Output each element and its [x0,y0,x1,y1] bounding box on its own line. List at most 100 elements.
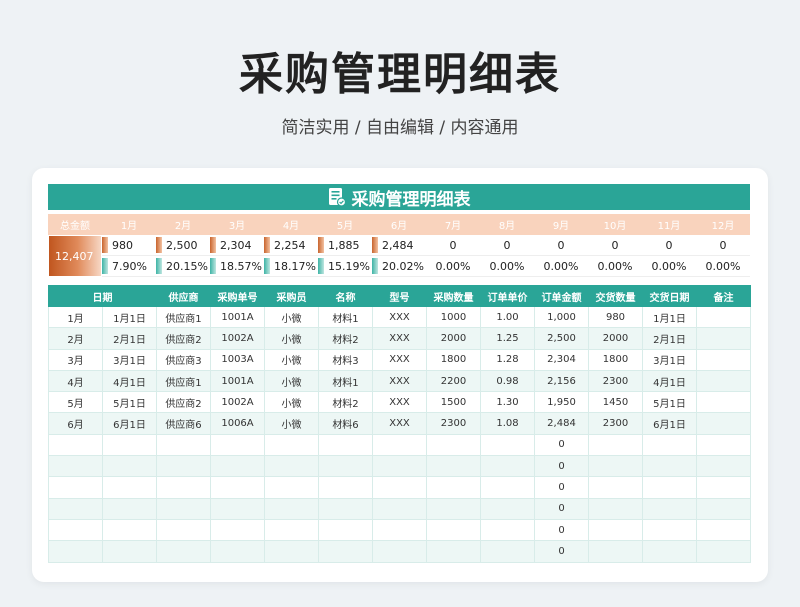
monthly-amount-cell[interactable]: 2,304 [210,235,264,256]
table-cell[interactable] [588,540,643,563]
table-cell[interactable]: 2200 [426,369,481,393]
table-cell[interactable] [480,497,535,520]
table-cell[interactable] [642,476,697,499]
column-header[interactable]: 订单单价 [480,285,535,307]
table-cell[interactable] [210,476,265,499]
table-cell[interactable]: 2300 [588,369,643,393]
monthly-amount-cell[interactable]: 0 [534,235,588,256]
table-cell[interactable] [696,476,751,499]
table-cell[interactable] [372,540,427,563]
table-cell[interactable] [264,497,319,520]
table-cell[interactable]: 材料3 [318,348,373,371]
table-cell[interactable] [48,433,103,457]
monthly-percent-cell[interactable]: 0.00% [534,256,588,277]
table-cell[interactable]: 1006A [210,412,265,435]
monthly-percent-cell[interactable]: 0.00% [696,256,750,277]
table-cell[interactable]: 2月1日 [102,327,157,350]
table-cell[interactable]: 供应商6 [156,412,211,435]
table-cell[interactable]: 1001A [210,305,265,329]
table-cell[interactable]: 1.08 [480,412,535,435]
table-cell[interactable]: 小微 [264,412,319,435]
table-cell[interactable]: 3月1日 [642,348,697,371]
table-cell[interactable]: 材料2 [318,391,373,414]
table-cell[interactable] [588,433,643,457]
table-cell[interactable]: 2,156 [534,369,589,393]
table-cell[interactable]: 4月 [48,369,103,393]
monthly-percent-cell[interactable]: 20.15% [156,256,210,277]
table-cell[interactable]: 材料2 [318,327,373,350]
column-header[interactable]: 采购单号 [210,285,265,307]
table-cell[interactable]: 1.30 [480,391,535,414]
monthly-amount-cell[interactable]: 2,484 [372,235,426,256]
column-header[interactable]: 名称 [318,285,373,307]
table-cell[interactable] [372,497,427,520]
monthly-percent-cell[interactable]: 0.00% [642,256,696,277]
monthly-percent-cell[interactable]: 18.57% [210,256,264,277]
table-cell[interactable]: 2000 [588,327,643,350]
table-cell[interactable] [48,518,103,542]
table-cell[interactable]: XXX [372,305,427,329]
column-header[interactable]: 采购数量 [426,285,481,307]
column-header[interactable]: 日期 [48,285,157,307]
table-cell[interactable] [696,518,751,542]
monthly-percent-cell[interactable]: 0.00% [588,256,642,277]
table-cell[interactable]: 材料6 [318,412,373,435]
table-cell[interactable]: 1.28 [480,348,535,371]
table-cell[interactable]: 0 [534,497,589,520]
column-header[interactable]: 采购员 [264,285,319,307]
table-cell[interactable]: 0.98 [480,369,535,393]
table-cell[interactable] [696,455,751,478]
table-cell[interactable] [642,540,697,563]
table-cell[interactable]: 4月1日 [102,369,157,393]
table-cell[interactable] [210,540,265,563]
table-cell[interactable]: 1月 [48,305,103,329]
total-amount-cell[interactable]: 12,407 [48,235,102,277]
table-cell[interactable] [210,518,265,542]
table-cell[interactable]: 3月 [48,348,103,371]
column-header[interactable]: 备注 [696,285,751,307]
table-cell[interactable]: 1500 [426,391,481,414]
table-cell[interactable]: 1800 [588,348,643,371]
table-cell[interactable] [696,433,751,457]
table-cell[interactable]: 6月 [48,412,103,435]
table-cell[interactable]: 6月1日 [102,412,157,435]
table-cell[interactable]: 1月1日 [642,305,697,329]
table-cell[interactable] [318,476,373,499]
table-cell[interactable]: 供应商1 [156,369,211,393]
table-cell[interactable] [372,433,427,457]
table-cell[interactable]: 1,000 [534,305,589,329]
table-cell[interactable]: 5月1日 [102,391,157,414]
table-cell[interactable]: 供应商3 [156,348,211,371]
monthly-percent-cell[interactable]: 0.00% [426,256,480,277]
table-cell[interactable] [642,497,697,520]
table-cell[interactable]: 1.25 [480,327,535,350]
table-cell[interactable] [210,497,265,520]
table-cell[interactable] [102,540,157,563]
table-cell[interactable]: XXX [372,412,427,435]
table-cell[interactable] [156,518,211,542]
table-cell[interactable] [372,476,427,499]
monthly-amount-cell[interactable]: 0 [696,235,750,256]
table-cell[interactable] [696,327,751,350]
table-cell[interactable]: 1003A [210,348,265,371]
table-cell[interactable] [318,497,373,520]
table-cell[interactable] [318,455,373,478]
table-cell[interactable]: 2,304 [534,348,589,371]
table-cell[interactable] [642,518,697,542]
table-cell[interactable]: 2月1日 [642,327,697,350]
table-cell[interactable]: 1450 [588,391,643,414]
table-cell[interactable]: 5月1日 [642,391,697,414]
monthly-amount-cell[interactable]: 0 [642,235,696,256]
table-cell[interactable] [48,455,103,478]
table-cell[interactable] [480,518,535,542]
monthly-amount-cell[interactable]: 980 [102,235,156,256]
table-cell[interactable] [426,497,481,520]
monthly-amount-cell[interactable]: 1,885 [318,235,372,256]
monthly-percent-cell[interactable]: 15.19% [318,256,372,277]
table-cell[interactable]: XXX [372,391,427,414]
table-cell[interactable]: 0 [534,476,589,499]
monthly-amount-cell[interactable]: 2,254 [264,235,318,256]
table-cell[interactable]: 2,484 [534,412,589,435]
table-cell[interactable]: XXX [372,348,427,371]
table-cell[interactable]: 1002A [210,327,265,350]
